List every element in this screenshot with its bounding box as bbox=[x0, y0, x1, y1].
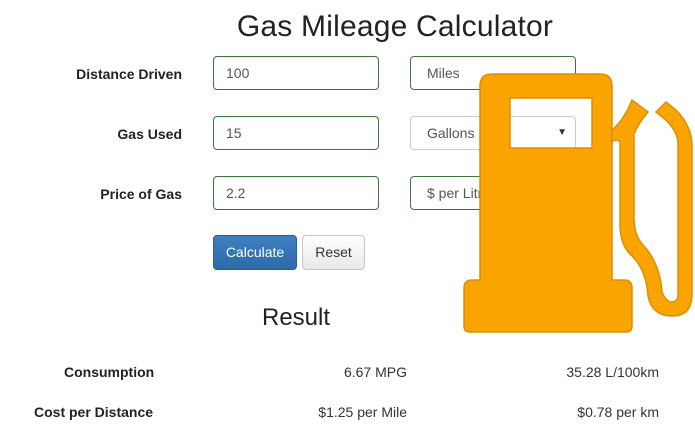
gas-used-label: Gas Used bbox=[117, 126, 182, 142]
consumption-metric: 35.28 L/100km bbox=[566, 364, 659, 380]
cost-label: Cost per Distance bbox=[34, 404, 154, 420]
price-input[interactable]: 2.2 bbox=[213, 176, 379, 210]
consumption-label: Consumption bbox=[64, 364, 155, 380]
result-title: Result bbox=[261, 304, 331, 331]
calculate-button[interactable]: Calculate bbox=[213, 235, 297, 270]
price-label: Price of Gas bbox=[100, 186, 182, 202]
gas-pump-icon bbox=[463, 73, 693, 333]
reset-button[interactable]: Reset bbox=[302, 235, 365, 270]
distance-label: Distance Driven bbox=[76, 66, 182, 82]
page-title: Gas Mileage Calculator bbox=[236, 10, 554, 43]
cost-per-mile: $1.25 per Mile bbox=[318, 404, 407, 420]
consumption-mpg: 6.67 MPG bbox=[343, 364, 407, 380]
gas-used-input[interactable]: 15 bbox=[213, 116, 379, 150]
cost-per-km: $0.78 per km bbox=[577, 404, 659, 420]
distance-input[interactable]: 100 bbox=[213, 56, 379, 90]
